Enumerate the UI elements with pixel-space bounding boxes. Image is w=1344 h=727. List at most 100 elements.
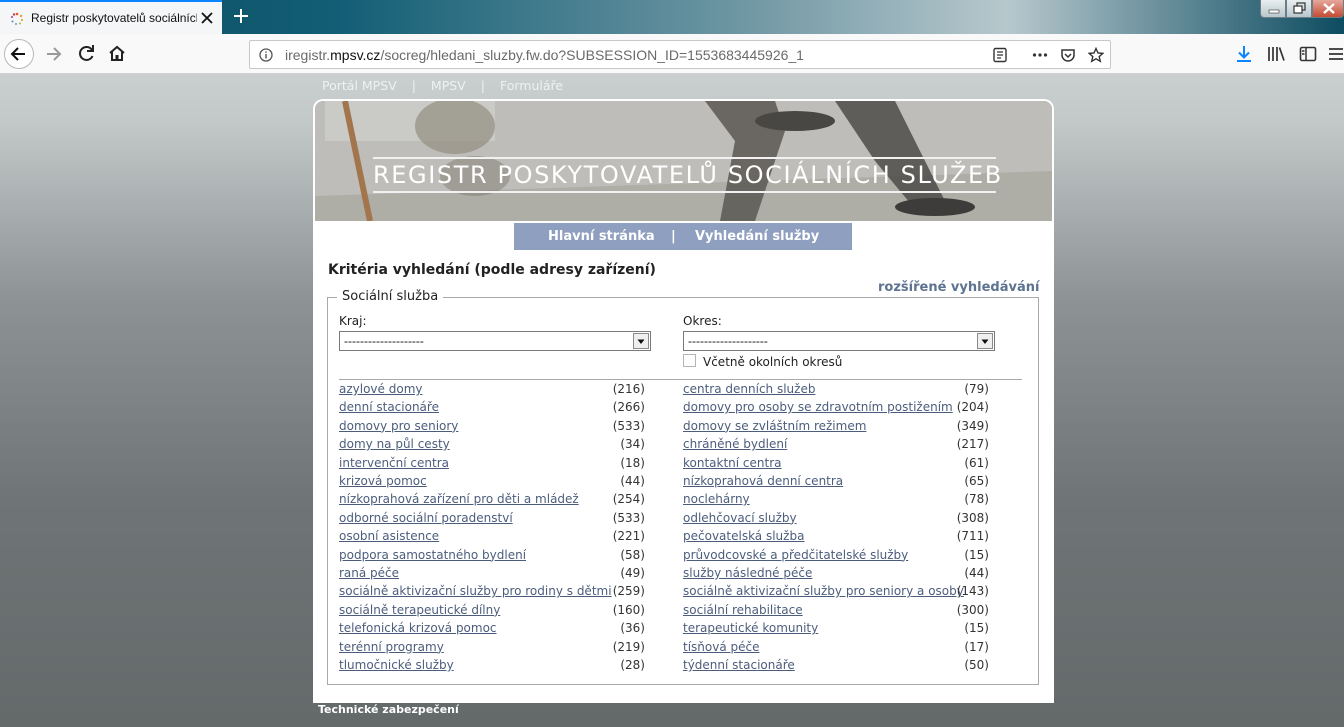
service-link[interactable]: domovy pro osoby se zdravotním postižení… [683,400,953,414]
service-link[interactable]: sociálně terapeutické dílny [339,603,500,617]
service-row: nízkoprahová denní centra [683,474,843,488]
window-close-button[interactable] [1312,0,1344,18]
service-link[interactable]: kontaktní centra [683,456,782,470]
service-count: (711) [956,529,989,544]
main-navigation: Hlavní stránka | Vyhledání služby [514,223,852,250]
service-link[interactable]: nízkoprahová zařízení pro děti a mládež [339,492,579,506]
okres-select[interactable]: -------------------- [683,331,995,351]
link-formulare[interactable]: Formuláře [500,78,563,93]
nav-home-link[interactable]: Hlavní stránka [548,229,655,244]
dropdown-arrow [977,333,993,349]
kraj-select[interactable]: -------------------- [339,331,651,351]
loading-icon [10,12,24,25]
service-row: centra denních služeb [683,382,815,396]
service-row: noclehárny [683,492,750,506]
service-link[interactable]: intervenční centra [339,456,449,470]
service-link[interactable]: osobní asistence [339,529,439,543]
service-link[interactable]: chráněné bydlení [683,437,787,451]
service-link[interactable]: odlehčovací služby [683,511,797,525]
service-link[interactable]: domovy pro seniory [339,419,458,433]
service-link[interactable]: tlumočnické služby [339,658,454,672]
bookmark-star-icon[interactable] [1088,47,1104,63]
forward-button[interactable] [40,39,70,69]
back-button[interactable] [4,39,34,69]
service-link[interactable]: domovy se zvláštním režimem [683,419,866,433]
download-icon[interactable] [1234,44,1254,64]
chevron-down-icon [981,339,989,344]
service-count: (221) [612,529,645,544]
service-count: (533) [612,418,645,433]
service-link[interactable]: průvodcovské a předčitatelské služby [683,548,908,562]
home-button[interactable] [103,39,133,69]
restore-icon [1293,2,1306,14]
new-tab-icon[interactable] [232,7,250,25]
page-actions-icon[interactable] [1032,47,1048,63]
library-icon[interactable] [1266,44,1286,64]
service-count: (308) [956,510,989,525]
minimize-icon [1268,9,1280,14]
service-link[interactable]: nízkoprahová denní centra [683,474,843,488]
service-row: týdenní stacionáře [683,658,795,672]
kraj-selected-value: -------------------- [344,334,424,348]
service-count: (49) [620,566,645,580]
service-link[interactable]: raná péče [339,566,399,580]
browser-tab[interactable]: Registr poskytovatelů sociálních služeb [0,0,222,34]
url-bar[interactable]: iregistr.mpsv.cz/socreg/hledani_sluzby.f… [249,40,1111,69]
url-text[interactable]: iregistr.mpsv.cz/socreg/hledani_sluzby.f… [285,47,804,63]
service-link[interactable]: pečovatelská služba [683,529,804,543]
reader-view-icon[interactable] [992,47,1008,63]
service-count: (143) [956,584,989,599]
service-link[interactable]: podpora samostatného bydlení [339,548,526,562]
service-link[interactable]: sociálně aktivizační služby pro seniory … [683,584,964,598]
kraj-label: Kraj: [339,314,367,328]
service-row: terapeutické komunity [683,621,818,635]
service-count: (78) [964,492,989,507]
service-link[interactable]: azylové domy [339,382,422,396]
service-row: intervenční centra [339,456,449,470]
service-row: krizová pomoc [339,474,427,488]
include-neighbouring-checkbox[interactable] [683,354,696,367]
service-link[interactable]: noclehárny [683,492,750,506]
service-link[interactable]: terapeutické komunity [683,621,818,635]
close-icon[interactable] [200,11,214,25]
minimize-button[interactable] [1260,0,1286,18]
service-link[interactable]: tísňová péče [683,640,760,654]
advanced-search-link[interactable]: rozšířené vyhledávání [878,280,1039,295]
service-count: (79) [964,382,989,396]
service-row: domovy se zvláštním režimem [683,419,866,433]
nav-search-link[interactable]: Vyhledání služby [695,229,819,244]
service-row: odborné sociální poradenství [339,511,513,525]
sidebar-icon[interactable] [1298,44,1318,64]
service-link[interactable]: domy na půl cesty [339,437,450,451]
arrow-right-icon [47,47,62,61]
top-navigation: Portál MPSV | MPSV | Formuláře [322,78,563,93]
link-portal-mpsv[interactable]: Portál MPSV [322,78,397,93]
info-icon[interactable] [259,48,273,62]
url-prefix: iregistr. [285,47,331,63]
reload-button[interactable] [72,39,102,69]
service-link[interactable]: služby následné péče [683,566,812,580]
service-link[interactable]: terénní programy [339,640,444,654]
maximize-button[interactable] [1286,0,1312,18]
service-row: raná péče [339,566,399,580]
pocket-icon[interactable] [1060,47,1076,63]
link-mpsv[interactable]: MPSV [431,78,466,93]
service-link[interactable]: centra denních služeb [683,382,815,396]
service-count: (61) [964,455,989,470]
service-link[interactable]: týdenní stacionáře [683,658,795,672]
service-link[interactable]: sociální rehabilitace [683,603,803,617]
service-link[interactable]: sociálně aktivizační služby pro rodiny s… [339,584,612,598]
service-count: (300) [956,602,989,617]
service-row: pečovatelská služba [683,529,804,543]
service-row: služby následné péče [683,566,812,580]
service-link[interactable]: telefonická krizová pomoc [339,621,497,635]
service-link[interactable]: denní stacionáře [339,400,439,414]
service-link[interactable]: krizová pomoc [339,474,427,488]
home-icon [109,45,125,61]
service-link[interactable]: odborné sociální poradenství [339,511,513,525]
include-neighbouring-label: Včetně okolních okresů [703,355,843,369]
service-count: (259) [612,584,645,599]
url-path: /socreg/hledani_sluzby.fw.do?SUBSESSION_… [380,47,804,63]
hamburger-menu-icon[interactable] [1326,44,1344,64]
banner-title: REGISTR POSKYTOVATELŮ SOCIÁLNÍCH SLUŽEB [373,161,1003,189]
